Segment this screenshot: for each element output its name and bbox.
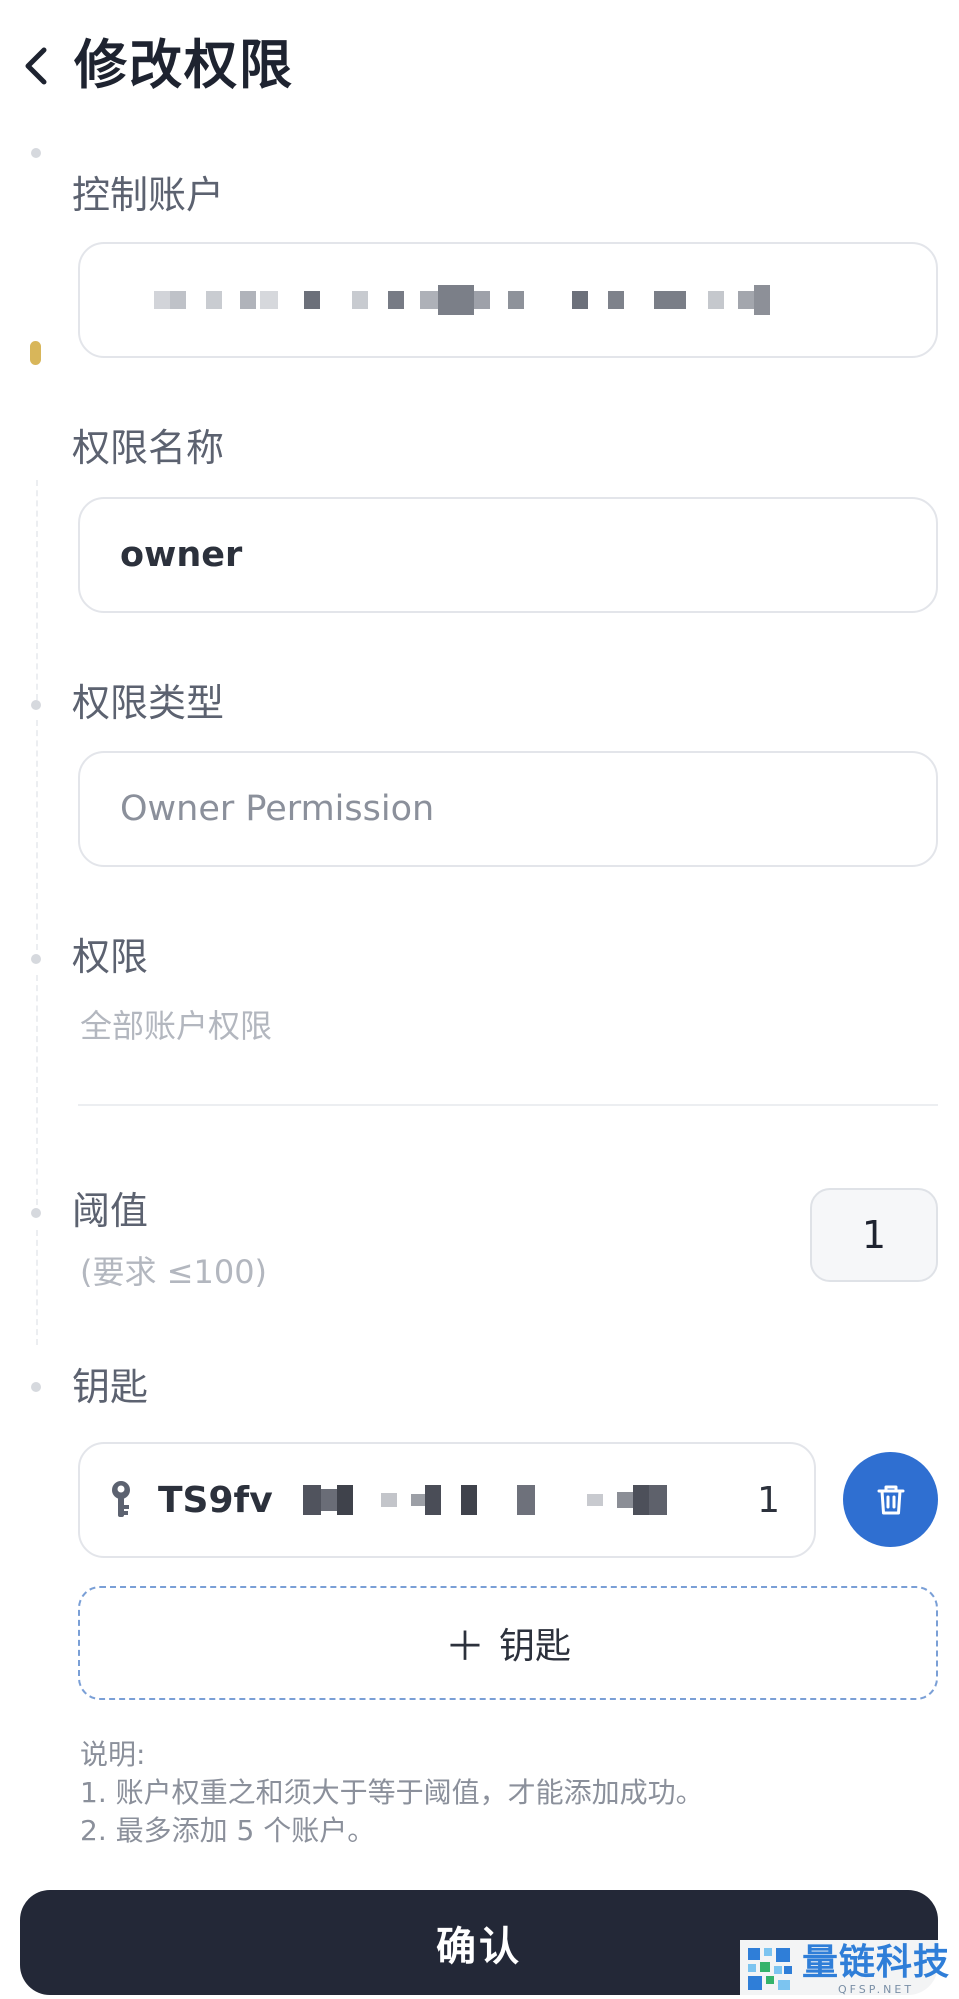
notes: 说明: 1. 账户权重之和须大于等于阈值，才能添加成功。 2. 最多添加 5 个… bbox=[80, 1736, 704, 1850]
step-dot-permission-type bbox=[31, 700, 41, 710]
key-row[interactable]: TS9fv 1 bbox=[78, 1442, 816, 1558]
step-dot-threshold bbox=[31, 1208, 41, 1218]
threshold-value: 1 bbox=[861, 1213, 887, 1257]
permission-type-value: Owner Permission bbox=[120, 789, 435, 829]
step-connector bbox=[36, 720, 38, 950]
step-connector bbox=[36, 975, 38, 1205]
add-key-button[interactable]: ＋ 钥匙 bbox=[78, 1586, 938, 1700]
qr-logo-icon bbox=[748, 1947, 792, 1990]
threshold-hint: (要求 ≤100) bbox=[80, 1253, 268, 1291]
watermark-text: 量链科技 QFSP.NET bbox=[802, 1941, 951, 1997]
control-account-field bbox=[78, 242, 938, 358]
trash-icon bbox=[877, 1485, 904, 1514]
watermark-name: 量链科技 bbox=[802, 1941, 951, 1983]
step-connector bbox=[36, 1230, 38, 1345]
permissions-label: 权限 bbox=[72, 935, 149, 979]
back-button[interactable] bbox=[14, 40, 58, 92]
step-connector bbox=[36, 480, 38, 700]
key-weight: 1 bbox=[757, 1479, 780, 1521]
redacted-key-address bbox=[302, 1485, 667, 1515]
step-dot-control-account bbox=[31, 148, 41, 158]
page-title: 修改权限 bbox=[74, 35, 294, 96]
step-dot-permissions bbox=[31, 954, 41, 964]
notes-line-1: 1. 账户权重之和须大于等于阈值，才能添加成功。 bbox=[80, 1776, 704, 1809]
step-dot-permission-name-active bbox=[30, 341, 41, 365]
control-account-label: 控制账户 bbox=[72, 173, 225, 217]
permissions-value: 全部账户权限 bbox=[80, 1007, 273, 1045]
plus-icon: ＋ bbox=[444, 1624, 485, 1670]
redacted-address bbox=[154, 285, 770, 315]
notes-line-2: 2. 最多添加 5 个账户。 bbox=[80, 1814, 376, 1847]
delete-key-button[interactable] bbox=[843, 1452, 938, 1547]
permission-name-value: owner bbox=[120, 535, 243, 575]
key-icon bbox=[106, 1478, 136, 1522]
permission-name-input[interactable]: owner bbox=[78, 497, 938, 613]
permission-type-field: Owner Permission bbox=[78, 751, 938, 867]
step-dot-keys bbox=[31, 1382, 41, 1392]
key-address: TS9fv bbox=[158, 1479, 273, 1521]
threshold-label: 阈值 bbox=[72, 1189, 149, 1233]
permission-name-label: 权限名称 bbox=[72, 426, 225, 470]
edit-permission-screen: 修改权限 控制账户 权限名称 owner 权限类型 Owner Permissi… bbox=[0, 0, 959, 1999]
notes-title: 说明: bbox=[80, 1738, 146, 1771]
watermark-sub: QFSP.NET bbox=[837, 1982, 915, 1996]
divider bbox=[78, 1104, 938, 1106]
watermark: 量链科技 QFSP.NET bbox=[740, 1940, 959, 1999]
threshold-input[interactable]: 1 bbox=[810, 1188, 938, 1282]
permission-type-label: 权限类型 bbox=[72, 681, 225, 725]
keys-label: 钥匙 bbox=[72, 1365, 149, 1409]
chevron-left-icon bbox=[25, 47, 47, 85]
add-key-label: 钥匙 bbox=[498, 1626, 571, 1667]
confirm-label: 确认 bbox=[436, 1923, 522, 1970]
